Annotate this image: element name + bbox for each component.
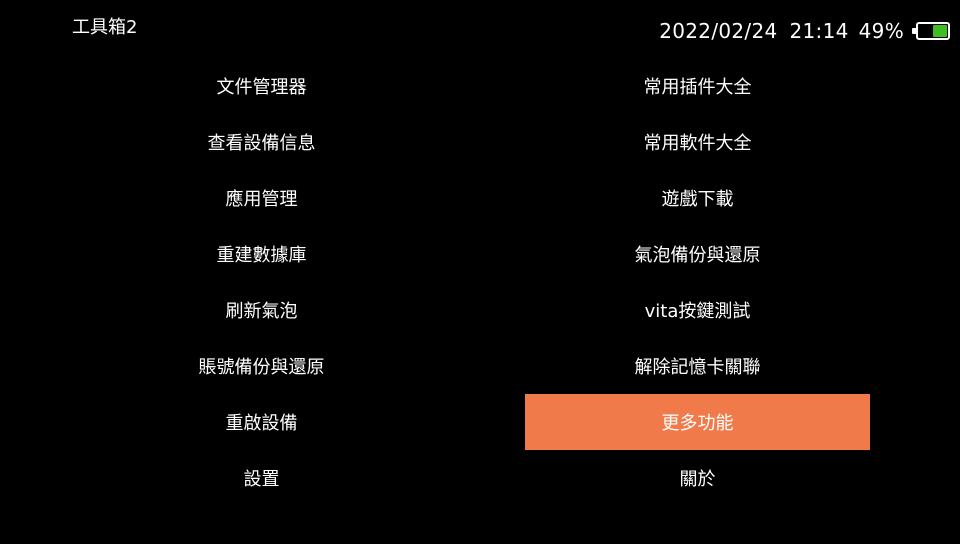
menu-item-file-manager[interactable]: 文件管理器 <box>89 58 434 114</box>
battery-fill <box>933 25 947 37</box>
menu-item-account-backup[interactable]: 賬號備份與還原 <box>89 338 434 394</box>
menu-item-refresh-bubbles[interactable]: 刷新氣泡 <box>89 282 434 338</box>
menu-item-rebuild-database[interactable]: 重建數據庫 <box>89 226 434 282</box>
menu-column-right: 常用插件大全 常用軟件大全 遊戲下載 氣泡備份與還原 vita按鍵測試 解除記憶… <box>525 58 870 506</box>
menu-item-device-info[interactable]: 查看設備信息 <box>89 114 434 170</box>
status-bar: 2022/02/24 21:14 49% <box>659 18 950 44</box>
menu-item-game-download[interactable]: 遊戲下載 <box>525 170 870 226</box>
menu-item-about[interactable]: 關於 <box>525 450 870 506</box>
status-time: 21:14 <box>789 19 849 43</box>
battery-icon <box>912 22 950 40</box>
menu-item-common-plugins[interactable]: 常用插件大全 <box>525 58 870 114</box>
battery-percent: 49% <box>858 19 904 43</box>
menu-column-left: 文件管理器 查看設備信息 應用管理 重建數據庫 刷新氣泡 賬號備份與還原 重啟設… <box>89 58 434 506</box>
menu-item-more-functions[interactable]: 更多功能 <box>525 394 870 450</box>
menu-item-settings[interactable]: 設置 <box>89 450 434 506</box>
menu-item-common-software[interactable]: 常用軟件大全 <box>525 114 870 170</box>
menu-item-vita-button-test[interactable]: vita按鍵測試 <box>525 282 870 338</box>
status-date: 2022/02/24 <box>659 19 778 43</box>
menu-item-app-manager[interactable]: 應用管理 <box>89 170 434 226</box>
menu-item-bubble-backup[interactable]: 氣泡備份與還原 <box>525 226 870 282</box>
app-title: 工具箱2 <box>72 17 138 38</box>
menu-item-reboot-device[interactable]: 重啟設備 <box>89 394 434 450</box>
menu-item-unlink-memory-card[interactable]: 解除記憶卡關聯 <box>525 338 870 394</box>
